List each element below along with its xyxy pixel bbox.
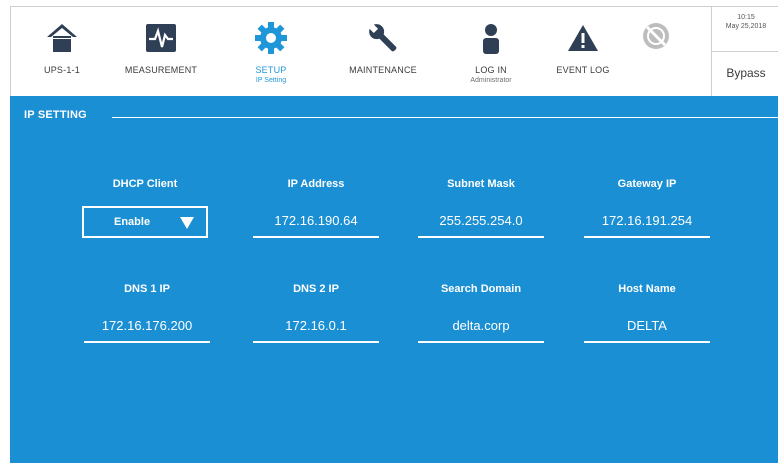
nav-login[interactable]: LOG IN Administrator bbox=[455, 7, 527, 97]
chevron-down-icon bbox=[180, 217, 194, 229]
nav-setup-label: SETUP bbox=[255, 65, 287, 75]
waveform-monitor-icon bbox=[146, 24, 176, 52]
host-name-underline bbox=[584, 341, 710, 343]
host-name-field[interactable]: Host Name DELTA bbox=[584, 283, 710, 343]
dns2-ip-label: DNS 2 IP bbox=[293, 283, 339, 295]
nav-setup-sublabel: IP Setting bbox=[255, 77, 287, 84]
nav-ups-label: UPS-1-1 bbox=[44, 65, 80, 75]
clock-time: 10:15 bbox=[737, 14, 755, 21]
dns1-ip-underline bbox=[84, 341, 210, 343]
search-domain-value: delta.corp bbox=[452, 318, 510, 333]
disabled-circle-icon bbox=[643, 23, 669, 49]
nav-setup[interactable]: SETUP IP Setting bbox=[237, 7, 305, 97]
ip-address-label: IP Address bbox=[287, 178, 345, 190]
subnet-mask-underline bbox=[418, 236, 544, 238]
gateway-ip-field[interactable]: Gateway IP 172.16.191.254 bbox=[584, 178, 710, 238]
dns1-ip-value: 172.16.176.200 bbox=[101, 318, 193, 333]
subnet-mask-label: Subnet Mask bbox=[447, 178, 515, 190]
dhcp-client-value: Enable bbox=[114, 216, 151, 228]
status-divider bbox=[712, 51, 778, 52]
dns1-ip-field[interactable]: DNS 1 IP 172.16.176.200 bbox=[84, 283, 210, 343]
subnet-mask-value: 255.255.254.0 bbox=[439, 213, 523, 228]
nav-login-label: LOG IN bbox=[475, 65, 507, 75]
nav-event-log[interactable]: EVENT LOG bbox=[545, 7, 621, 97]
dns2-ip-underline bbox=[253, 341, 379, 343]
host-name-value: DELTA bbox=[627, 318, 667, 333]
search-domain-label: Search Domain bbox=[440, 283, 522, 295]
gateway-ip-value: 172.16.191.254 bbox=[601, 213, 693, 228]
search-domain-underline bbox=[418, 341, 544, 343]
ups-mode: Bypass bbox=[726, 66, 766, 80]
gateway-ip-underline bbox=[584, 236, 710, 238]
ip-address-value: 172.16.190.64 bbox=[274, 213, 358, 228]
ip-address-field[interactable]: IP Address 172.16.190.64 bbox=[253, 178, 379, 238]
nav-measurement-label: MEASUREMENT bbox=[124, 65, 198, 75]
host-name-label: Host Name bbox=[618, 283, 676, 295]
ip-address-underline bbox=[253, 236, 379, 238]
clock: 10:15 May 25,2018 bbox=[712, 13, 778, 31]
wrench-icon bbox=[368, 23, 397, 52]
dns2-ip-value: 172.16.0.1 bbox=[285, 318, 347, 333]
subnet-mask-field[interactable]: Subnet Mask 255.255.254.0 bbox=[418, 178, 544, 238]
nav-maintenance[interactable]: MAINTENANCE bbox=[333, 7, 433, 97]
nav-event-log-label: EVENT LOG bbox=[556, 65, 610, 75]
gear-icon bbox=[255, 22, 287, 54]
top-nav-bar: UPS-1-1 MEASUREMENT SETUP IP Setting MAI… bbox=[10, 6, 778, 97]
nav-maintenance-label: MAINTENANCE bbox=[349, 65, 417, 75]
dns1-ip-label: DNS 1 IP bbox=[124, 283, 170, 295]
nav-measurement[interactable]: MEASUREMENT bbox=[111, 7, 211, 97]
nav-disabled[interactable] bbox=[631, 7, 681, 97]
section-divider bbox=[112, 117, 778, 118]
nav-ups[interactable]: UPS-1-1 bbox=[27, 7, 97, 97]
status-panel: 10:15 May 25,2018 Bypass bbox=[711, 7, 778, 97]
dhcp-client-label: DHCP Client bbox=[112, 178, 178, 190]
dhcp-client-field: DHCP Client Enable bbox=[82, 178, 208, 238]
warning-triangle-icon bbox=[568, 25, 598, 51]
user-icon bbox=[483, 24, 499, 54]
home-icon bbox=[47, 24, 77, 52]
search-domain-field[interactable]: Search Domain delta.corp bbox=[418, 283, 544, 343]
gateway-ip-label: Gateway IP bbox=[617, 178, 677, 190]
nav-login-sublabel: Administrator bbox=[470, 77, 512, 84]
ip-setting-panel: IP SETTING DHCP Client Enable IP Address… bbox=[10, 96, 778, 463]
dns2-ip-field[interactable]: DNS 2 IP 172.16.0.1 bbox=[253, 283, 379, 343]
section-title: IP SETTING bbox=[24, 109, 87, 121]
dhcp-client-select[interactable]: Enable bbox=[82, 206, 208, 238]
clock-date: May 25,2018 bbox=[725, 23, 767, 30]
